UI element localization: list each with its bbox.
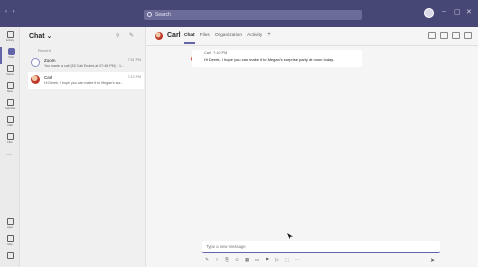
recent-section-label: Recent (38, 48, 51, 53)
video-icon (6, 82, 14, 89)
rail-help-label: Help (7, 243, 13, 246)
message-text: Hi Derek. I hope you can make it to Mega… (204, 57, 335, 62)
carl-avatar (31, 75, 40, 84)
add-people-icon[interactable] (464, 32, 472, 39)
header-actions (428, 32, 472, 39)
compose-input[interactable] (206, 244, 406, 249)
title-bar: ‹ › Search – ▢ ✕ (0, 0, 478, 27)
chat-item-name: Zoom (44, 58, 56, 63)
rail-meet-label: Meet (7, 90, 13, 93)
calendar-icon (6, 99, 14, 106)
conversation-pane: Carl Chat Files Organization Activity + … (146, 27, 478, 267)
rail-files-label: Files (7, 141, 13, 144)
minimize-icon[interactable]: – (442, 8, 446, 15)
message-sender: Carl (204, 51, 211, 55)
rail-teams-label: Teams (6, 73, 14, 76)
rail-apps-label: Apps (7, 226, 13, 229)
user-avatar[interactable] (424, 8, 434, 18)
filter-icon[interactable]: ⚲ (116, 33, 120, 39)
send-icon[interactable]: ➤ (430, 257, 435, 264)
app-bar: Activity Chat Teams Meet Calendar Calls … (0, 27, 20, 267)
phone-icon (6, 116, 14, 123)
device-icon (6, 252, 14, 259)
message-time: 7:10 PM (213, 51, 228, 55)
chat-list-pane: Chat ⌄ ⚲ ✎ Recent Zoom 7:51 PM You made … (20, 27, 146, 267)
rail-calendar[interactable]: Calendar (0, 98, 20, 115)
contact-name: Carl (167, 32, 181, 39)
tab-organization[interactable]: Organization (215, 33, 242, 38)
zoom-avatar-icon (31, 58, 40, 67)
rail-calendar-label: Calendar (4, 107, 16, 110)
back-forward-icons[interactable]: ‹ › (5, 9, 17, 15)
chat-item-name: Carl (44, 75, 53, 80)
praise-icon[interactable]: ⬚ (284, 257, 290, 263)
attach-icon[interactable]: ⎘ (224, 257, 230, 263)
message-meta: Carl 7:10 PM (204, 51, 227, 55)
rail-activity-label: Activity (5, 39, 15, 42)
chat-list-title[interactable]: Chat ⌄ (29, 32, 52, 40)
help-icon (6, 235, 14, 242)
sticker-icon[interactable]: ▭ (254, 257, 260, 263)
rail-meet[interactable]: Meet (0, 81, 20, 98)
rail-calls-label: Calls (7, 124, 13, 127)
gif-icon[interactable]: ▦ (244, 257, 250, 263)
contact-avatar (155, 32, 163, 40)
teams-icon (6, 65, 14, 72)
rail-teams[interactable]: Teams (0, 64, 20, 81)
rail-calls[interactable]: Calls (0, 115, 20, 132)
chat-list-header: Chat ⌄ ⚲ ✎ (20, 27, 146, 47)
tab-files[interactable]: Files (200, 33, 210, 38)
bell-icon (6, 31, 14, 38)
search-placeholder: Search (155, 12, 171, 18)
more-apps-icon[interactable]: ··· (6, 152, 12, 158)
rail-files[interactable]: Files (0, 132, 20, 149)
video-call-icon[interactable] (428, 32, 436, 39)
chat-icon (7, 48, 15, 55)
rail-chat[interactable]: Chat (0, 47, 20, 64)
format-icon[interactable]: ✎ (204, 257, 210, 263)
more-options-icon[interactable]: ··· (294, 257, 300, 263)
compose-box[interactable] (202, 241, 440, 253)
rail-help[interactable]: Help (0, 234, 20, 251)
new-chat-icon[interactable]: ✎ (129, 32, 134, 39)
search-icon (147, 12, 152, 17)
emoji-icon[interactable]: ☺ (234, 257, 240, 263)
tab-chat[interactable]: Chat (184, 33, 195, 44)
meet-now-icon[interactable]: ⚑ (264, 257, 270, 263)
rail-chat-label: Chat (8, 56, 14, 59)
compose-toolbar: ✎ ! ⎘ ☺ ▦ ▭ ⚑ ▷ ⬚ ··· (204, 257, 300, 263)
chat-item-carl[interactable]: Carl 7:10 PM Hi Derek. I hope you can ma… (28, 72, 144, 89)
tab-activity[interactable]: Activity (247, 33, 262, 38)
chat-item-time: 7:51 PM (127, 58, 141, 62)
add-tab-icon[interactable]: + (267, 32, 271, 38)
search-input[interactable]: Search (144, 10, 362, 20)
maximize-icon[interactable]: ▢ (454, 8, 461, 16)
chat-item-zoom[interactable]: Zoom 7:51 PM You made a call (53 Call En… (28, 55, 144, 72)
rail-apps[interactable]: Apps (0, 217, 20, 234)
screen-share-icon[interactable] (452, 32, 460, 39)
important-icon[interactable]: ! (214, 257, 220, 263)
chat-item-preview: Hi Derek. I hope you can make it to Mega… (44, 81, 124, 85)
file-icon (6, 133, 14, 140)
chat-item-time: 7:10 PM (127, 75, 141, 79)
conversation-tabs: Chat Files Organization Activity + (184, 32, 271, 44)
rail-device[interactable] (0, 251, 20, 267)
rail-activity[interactable]: Activity (0, 30, 20, 47)
conversation-header: Carl Chat Files Organization Activity + (146, 27, 478, 46)
chat-item-preview: You made a call (53 Call Ended at 07:48 … (44, 64, 124, 68)
audio-call-icon[interactable] (440, 32, 448, 39)
close-icon[interactable]: ✕ (466, 8, 472, 16)
stream-icon[interactable]: ▷ (274, 257, 280, 263)
apps-icon (6, 218, 14, 225)
